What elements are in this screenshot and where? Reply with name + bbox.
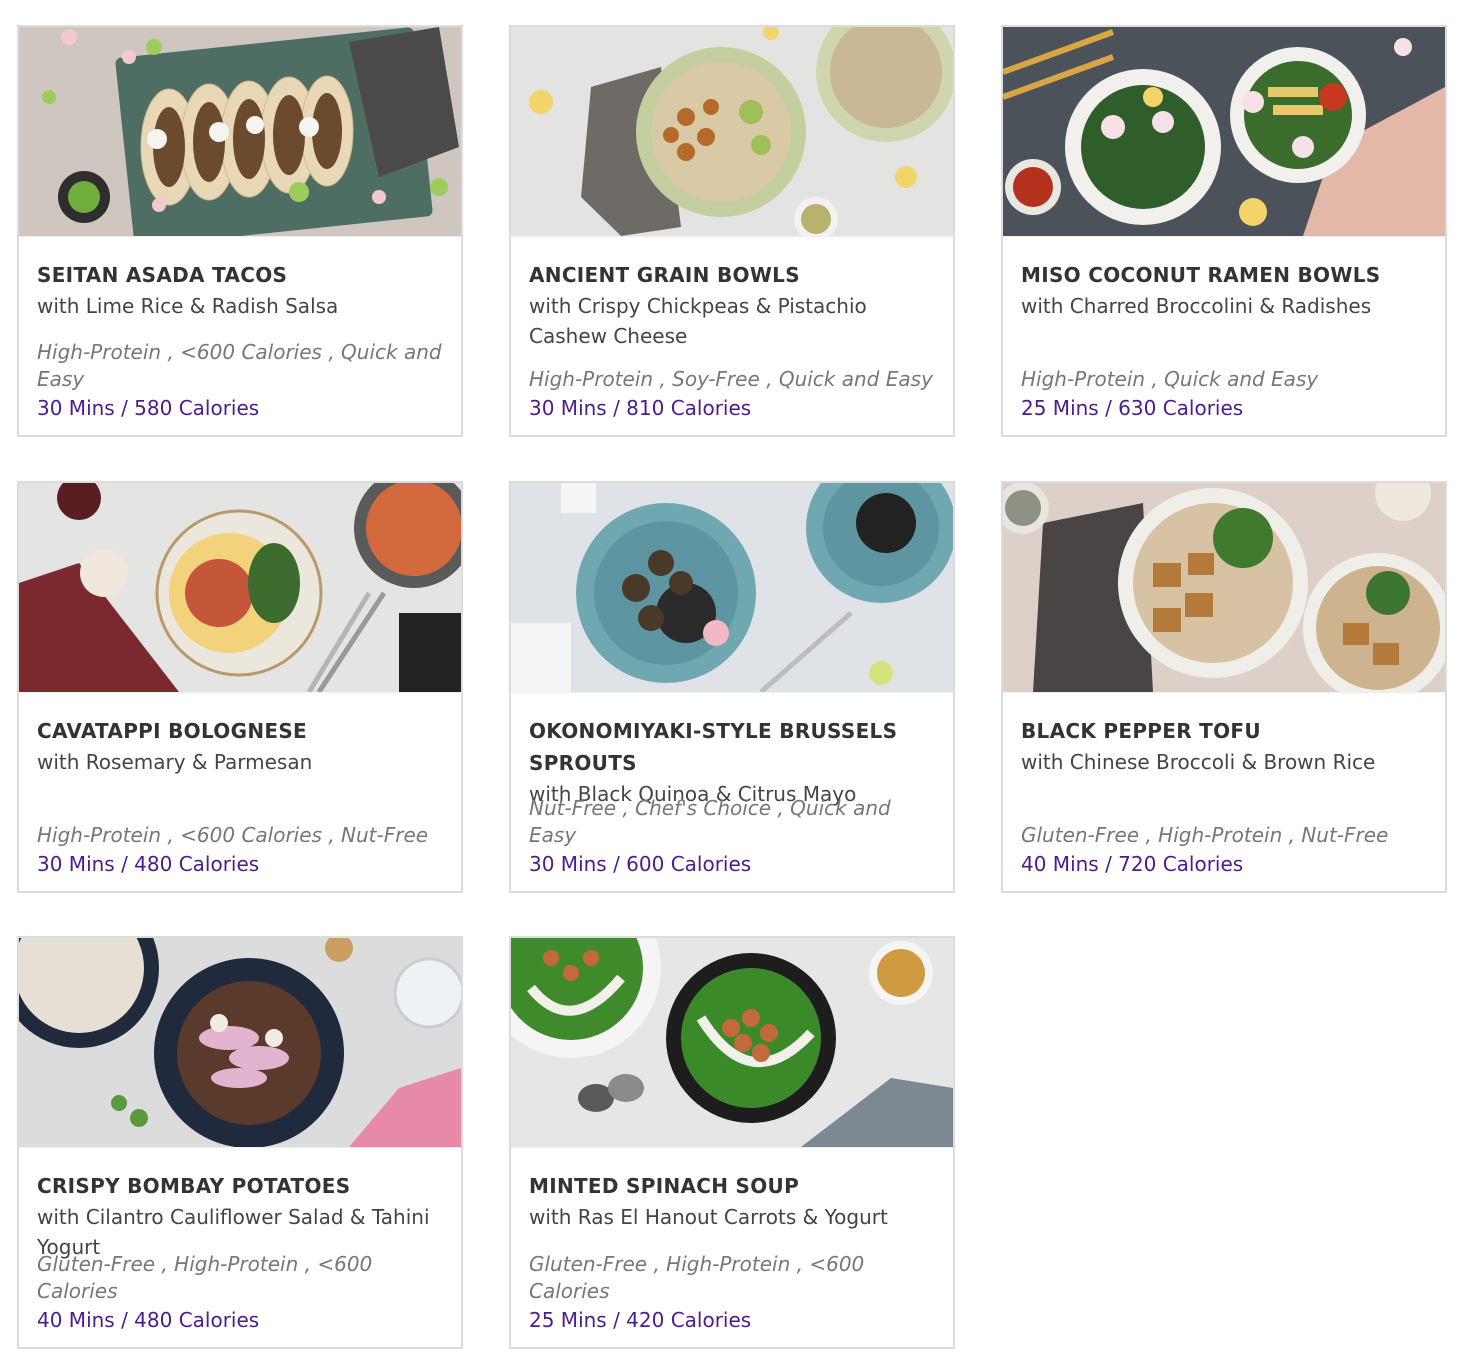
tacos-image <box>19 27 461 236</box>
recipe-card[interactable]: MINTED SPINACH SOUP with Ras El Hanout C… <box>509 936 955 1349</box>
recipe-time-calories: 40 Mins / 480 Calories <box>37 1308 260 1332</box>
recipe-photo[interactable] <box>511 483 953 693</box>
recipe-tags: High-Protein , Soy-Free , Quick and Easy <box>529 367 933 391</box>
recipe-subtitle: with Lime Rice & Radish Salsa <box>37 294 339 318</box>
recipe-time-calories: 25 Mins / 420 Calories <box>529 1308 752 1332</box>
recipe-tags: High-Protein , <600 Calories , Nut-Free <box>37 823 429 847</box>
recipe-photo[interactable] <box>1003 27 1445 237</box>
recipe-card[interactable]: CRISPY BOMBAY POTATOES with Cilantro Cau… <box>17 936 463 1349</box>
recipe-photo[interactable] <box>511 27 953 237</box>
recipe-photo[interactable] <box>1003 483 1445 693</box>
recipe-time-calories: 30 Mins / 480 Calories <box>37 852 260 876</box>
recipe-subtitle: with Charred Broccolini & Radishes <box>1021 294 1372 318</box>
black-pepper-tofu-image <box>1003 483 1445 692</box>
spinach-soup-image <box>511 938 953 1147</box>
recipe-photo[interactable] <box>19 938 461 1148</box>
bombay-potatoes-image <box>19 938 461 1147</box>
recipe-subtitle: with Ras El Hanout Carrots & Yogurt <box>529 1205 888 1229</box>
recipe-title[interactable]: MISO COCONUT RAMEN BOWLS <box>1021 259 1431 291</box>
recipe-title[interactable]: ANCIENT GRAIN BOWLS <box>529 259 939 291</box>
recipe-subtitle: with Chinese Broccoli & Brown Rice <box>1021 750 1376 774</box>
recipe-time-calories: 30 Mins / 580 Calories <box>37 396 260 420</box>
recipe-title[interactable]: OKONOMIYAKI-STYLE BRUSSELS SPROUTS <box>529 715 939 779</box>
recipe-title[interactable]: MINTED SPINACH SOUP <box>529 1170 939 1202</box>
recipe-photo[interactable] <box>19 27 461 237</box>
recipe-time-calories: 30 Mins / 810 Calories <box>529 396 752 420</box>
recipe-card[interactable]: CAVATAPPI BOLOGNESE with Rosemary & Parm… <box>17 481 463 893</box>
recipe-time-calories: 25 Mins / 630 Calories <box>1021 396 1244 420</box>
recipe-tags: Gluten-Free , High-Protein , <600 Calori… <box>37 1252 373 1303</box>
recipe-title[interactable]: CAVATAPPI BOLOGNESE <box>37 715 447 747</box>
recipe-time-calories: 40 Mins / 720 Calories <box>1021 852 1244 876</box>
recipe-subtitle: with Crispy Chickpeas & Pistachio Cashew… <box>529 294 867 348</box>
recipe-tags: Gluten-Free , High-Protein , Nut-Free <box>1021 823 1389 847</box>
recipe-tags: Gluten-Free , High-Protein , <600 Calori… <box>529 1252 865 1303</box>
ramen-bowls-image <box>1003 27 1445 236</box>
grain-bowls-image <box>511 27 953 236</box>
recipe-title[interactable]: BLACK PEPPER TOFU <box>1021 715 1431 747</box>
cavatappi-image <box>19 483 461 692</box>
recipe-card[interactable]: OKONOMIYAKI-STYLE BRUSSELS SPROUTS with … <box>509 481 955 893</box>
recipe-tags: High-Protein , <600 Calories , Quick and… <box>37 340 442 391</box>
recipe-card[interactable]: ANCIENT GRAIN BOWLS with Crispy Chickpea… <box>509 25 955 437</box>
recipe-time-calories: 30 Mins / 600 Calories <box>529 852 752 876</box>
brussels-sprouts-image <box>511 483 953 692</box>
recipe-subtitle: with Rosemary & Parmesan <box>37 750 313 774</box>
recipe-title[interactable]: SEITAN ASADA TACOS <box>37 259 447 291</box>
recipe-photo[interactable] <box>511 938 953 1148</box>
recipe-tags: High-Protein , Quick and Easy <box>1021 367 1319 391</box>
recipe-tags: Nut-Free , Chef's Choice , Quick and Eas… <box>529 796 891 847</box>
recipe-card[interactable]: MISO COCONUT RAMEN BOWLS with Charred Br… <box>1001 25 1447 437</box>
recipe-photo[interactable] <box>19 483 461 693</box>
recipe-title[interactable]: CRISPY BOMBAY POTATOES <box>37 1170 447 1202</box>
recipe-card[interactable]: BLACK PEPPER TOFU with Chinese Broccoli … <box>1001 481 1447 893</box>
recipe-card[interactable]: SEITAN ASADA TACOS with Lime Rice & Radi… <box>17 25 463 437</box>
